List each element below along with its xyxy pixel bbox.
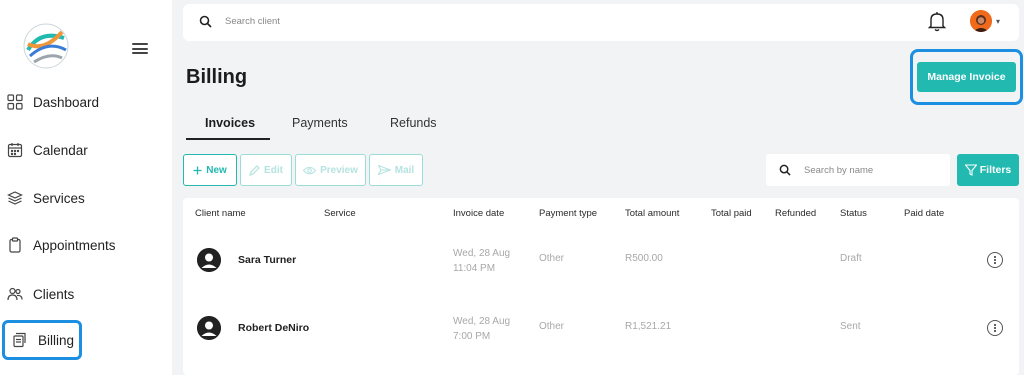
active-tab-indicator (186, 138, 270, 140)
client-avatar-icon (197, 248, 221, 272)
mail-label: Mail (394, 164, 415, 176)
plus-icon (193, 166, 202, 174)
row-actions-icon[interactable] (987, 252, 1003, 268)
total-amount: R500.00 (625, 253, 663, 264)
column-header[interactable]: Refunded (775, 208, 816, 219)
column-header[interactable]: Paid date (904, 208, 944, 219)
sidebar-item-calendar[interactable]: Calendar (6, 133, 166, 167)
sidebar-item-appointments[interactable]: Appointments (6, 228, 166, 262)
filter-icon (964, 164, 977, 176)
send-icon (377, 165, 391, 175)
notification-bell-icon[interactable] (928, 10, 946, 32)
filters-button[interactable]: Filters (957, 154, 1019, 186)
chevron-down-icon[interactable]: ▾ (996, 17, 1000, 26)
row-actions-icon[interactable] (987, 320, 1003, 336)
table-row[interactable]: Sara Turner Wed, 28 Aug 11:04 PM Other R… (183, 238, 1019, 304)
column-header[interactable]: Total amount (625, 208, 679, 219)
top-bar: Search client ▾ (183, 4, 1019, 41)
edit-button[interactable]: Edit (240, 154, 292, 186)
page-title: Billing (186, 66, 248, 88)
app-logo[interactable] (22, 22, 70, 70)
clipboard-icon (6, 236, 24, 254)
invoice-date: Wed, 28 Aug 11:04 PM (453, 246, 510, 276)
tab-refunds[interactable]: Refunds (390, 116, 437, 130)
invoices-table: Client name Service Invoice date Payment… (183, 198, 1019, 375)
client-name[interactable]: Sara Turner (238, 254, 296, 266)
manage-invoice-highlight: Manage Invoice (910, 49, 1023, 105)
preview-button[interactable]: Preview (295, 154, 366, 186)
invoice-date-time: 7:00 PM (453, 331, 491, 342)
table-row[interactable]: Robert DeNiro Wed, 28 Aug 7:00 PM Other … (183, 306, 1019, 372)
column-header[interactable]: Client name (195, 208, 246, 219)
receipt-icon (11, 331, 29, 349)
invoice-date-day: Wed, 28 Aug (453, 248, 511, 259)
filters-label: Filters (979, 164, 1012, 176)
sidebar-item-label: Appointments (33, 237, 116, 253)
preview-label: Preview (320, 164, 358, 176)
dashboard-icon (6, 93, 24, 111)
total-amount: R1,521.21 (625, 321, 672, 332)
sidebar-item-billing[interactable]: Billing (2, 320, 82, 360)
sidebar-item-services[interactable]: Services (6, 181, 166, 215)
column-header[interactable]: Total paid (711, 208, 752, 219)
client-search-input[interactable]: Search client (225, 16, 280, 27)
column-header[interactable]: Invoice date (453, 208, 504, 219)
search-icon (199, 15, 212, 28)
sidebar-item-label: Dashboard (33, 94, 100, 110)
user-avatar[interactable] (970, 10, 992, 32)
sidebar-item-dashboard[interactable]: Dashboard (6, 85, 166, 119)
status-badge: Sent (840, 321, 861, 332)
mail-button[interactable]: Mail (369, 154, 423, 186)
name-search-box (766, 154, 950, 186)
menu-toggle-icon[interactable] (132, 43, 148, 54)
manage-invoice-button[interactable]: Manage Invoice (917, 62, 1016, 92)
users-icon (6, 285, 24, 303)
calendar-icon (6, 141, 24, 159)
tab-invoices[interactable]: Invoices (205, 116, 255, 130)
column-header[interactable]: Status (840, 208, 867, 219)
edit-label: Edit (264, 164, 283, 176)
sidebar-item-label: Services (33, 190, 85, 206)
layers-icon (6, 189, 24, 207)
sidebar-item-label: Calendar (33, 142, 88, 158)
new-invoice-button[interactable]: New (183, 154, 237, 186)
sidebar-item-label: Billing (38, 332, 75, 348)
invoice-date: Wed, 28 Aug 7:00 PM (453, 314, 510, 344)
client-name[interactable]: Robert DeNiro (238, 322, 309, 334)
column-header[interactable]: Payment type (539, 208, 597, 219)
search-by-name-input[interactable] (804, 162, 944, 178)
invoice-date-time: 11:04 PM (453, 263, 496, 274)
column-header[interactable]: Service (324, 208, 356, 219)
pencil-icon (249, 164, 260, 176)
payment-type: Other (539, 253, 565, 264)
client-avatar-icon (197, 316, 221, 340)
sidebar-item-label: Clients (33, 286, 75, 302)
eye-icon (303, 166, 317, 174)
sidebar: Dashboard Calendar Services Appointments… (0, 0, 172, 375)
sidebar-item-clients[interactable]: Clients (6, 277, 166, 311)
payment-type: Other (539, 321, 565, 332)
search-icon (779, 164, 791, 176)
new-label: New (206, 164, 227, 176)
tab-payments[interactable]: Payments (292, 116, 348, 130)
invoice-date-day: Wed, 28 Aug (453, 316, 511, 327)
status-badge: Draft (840, 253, 862, 264)
